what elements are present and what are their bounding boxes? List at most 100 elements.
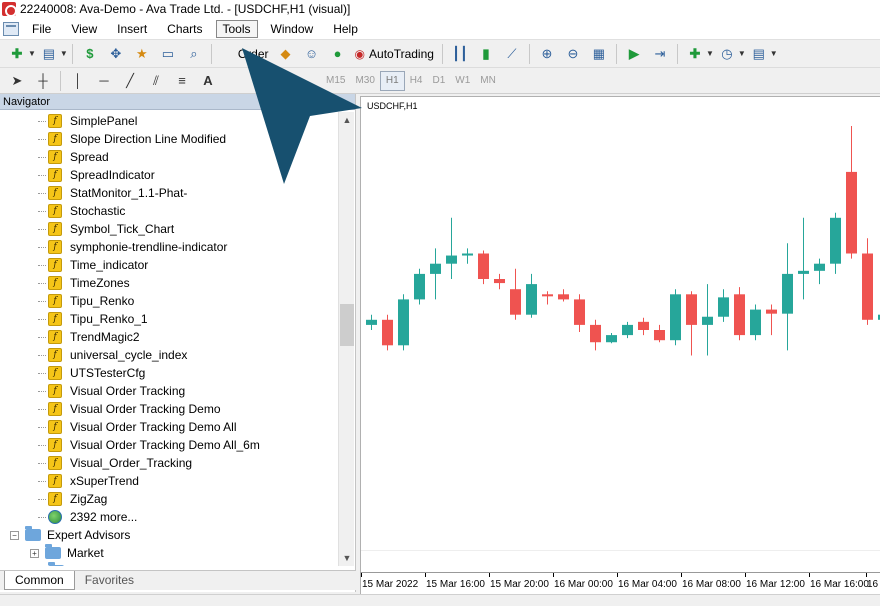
indicators-icon[interactable]: ✚ <box>684 43 706 65</box>
strategy-tester-icon[interactable]: ⌕ <box>183 43 205 65</box>
candle-body <box>686 294 697 325</box>
menu-bar: File View Insert Charts Tools Window Hel… <box>0 18 880 40</box>
chevron-down-icon[interactable]: ▼ <box>28 49 36 58</box>
cursor-icon[interactable]: ➤ <box>6 70 28 92</box>
nav-indicator-item[interactable]: f ZigZag <box>0 490 338 508</box>
menu-window[interactable]: Window <box>264 20 321 38</box>
chevron-down-icon[interactable]: ▼ <box>770 49 778 58</box>
crosshair-icon[interactable]: ┼ <box>32 70 54 92</box>
timeframe-w1[interactable]: W1 <box>450 71 475 91</box>
nav-indicator-item[interactable]: f Stochastic <box>0 202 338 220</box>
candle-body <box>702 316 713 325</box>
scrollbar-thumb[interactable] <box>340 304 354 346</box>
candlestick-chart[interactable] <box>361 97 880 551</box>
nav-indicator-item[interactable]: f TimeZones <box>0 274 338 292</box>
terminal-icon[interactable]: ▭ <box>157 43 179 65</box>
tree-connector <box>38 427 46 428</box>
nav-indicator-item[interactable]: f TrendMagic2 <box>0 328 338 346</box>
indicator-icon: f <box>48 312 62 326</box>
nav-indicator-item[interactable]: f Tipu_Renko <box>0 292 338 310</box>
periods-clock-icon[interactable]: ◷ <box>716 43 738 65</box>
menu-tools[interactable]: Tools <box>215 19 258 38</box>
nav-market-folder[interactable]: + Market <box>0 544 338 562</box>
menu-help[interactable]: Help <box>326 20 365 38</box>
templates-icon[interactable]: ▤ <box>748 43 770 65</box>
nav-item-label: Visual Order Tracking Demo All <box>70 420 237 434</box>
tree-connector <box>38 337 46 338</box>
timeframe-mn[interactable]: MN <box>475 71 501 91</box>
chart-window[interactable]: USDCHF,H1 <box>360 96 880 572</box>
time-tick <box>809 573 810 577</box>
menu-insert[interactable]: Insert <box>110 20 154 38</box>
time-tick <box>866 573 867 577</box>
data-window-icon[interactable]: ✥ <box>105 43 127 65</box>
line-chart-icon[interactable]: ⟋ <box>501 43 523 65</box>
vertical-line-icon[interactable]: │ <box>67 70 89 92</box>
text-tool-icon[interactable]: A <box>197 70 219 92</box>
indicator-icon: f <box>48 348 62 362</box>
tab-favorites[interactable]: Favorites <box>75 571 144 590</box>
nav-indicator-item[interactable]: f xSuperTrend <box>0 472 338 490</box>
divider <box>71 43 73 64</box>
profiles-icon[interactable]: ▤ <box>38 43 60 65</box>
nav-indicator-item[interactable]: f Visual Order Tracking Demo All_6m <box>0 436 338 454</box>
nav-indicator-item[interactable]: f Visual Order Tracking Demo All <box>0 418 338 436</box>
nav-indicator-item[interactable]: f Time_indicator <box>0 256 338 274</box>
timeframe-h1[interactable]: H1 <box>379 70 405 91</box>
tree-connector <box>38 121 46 122</box>
candle-body <box>606 335 617 343</box>
nav-expert-item[interactable]: 2011_06_Ichimoku EA v1.3 <box>0 562 338 566</box>
divider <box>615 43 617 64</box>
nav-indicator-item[interactable]: f Symbol_Tick_Chart <box>0 220 338 238</box>
bar-chart-icon[interactable]: ┃┃ <box>449 43 471 65</box>
nav-indicator-item[interactable]: f Visual_Order_Tracking <box>0 454 338 472</box>
scroll-down-icon[interactable]: ▼ <box>339 550 355 566</box>
auto-scroll-icon[interactable]: ▶ <box>623 43 645 65</box>
zoom-out-icon[interactable]: ⊖ <box>562 43 584 65</box>
trendline-icon[interactable]: ╱ <box>119 70 141 92</box>
document-icon[interactable] <box>3 21 19 36</box>
indicator-icon: f <box>48 186 62 200</box>
candle-body <box>798 270 809 274</box>
chart-bottom-border <box>361 550 880 551</box>
candle-body <box>814 263 825 271</box>
horizontal-line-icon[interactable]: ─ <box>93 70 115 92</box>
nav-indicator-item[interactable]: f UTSTesterCfg <box>0 364 338 382</box>
chevron-down-icon[interactable]: ▼ <box>738 49 746 58</box>
tab-common[interactable]: Common <box>4 571 75 590</box>
nav-indicator-item[interactable]: f Visual Order Tracking Demo <box>0 400 338 418</box>
fibonacci-icon[interactable]: ≡ <box>171 70 193 92</box>
chevron-down-icon[interactable]: ▼ <box>706 49 714 58</box>
nav-indicator-item[interactable]: f Tipu_Renko_1 <box>0 310 338 328</box>
chevron-down-icon[interactable]: ▼ <box>60 49 68 58</box>
timeframe-d1[interactable]: D1 <box>428 71 451 91</box>
time-tick-label: 16 Mar 08:00 <box>682 579 741 590</box>
navigator-icon[interactable]: ★ <box>131 43 153 65</box>
timeframe-h4[interactable]: H4 <box>405 71 428 91</box>
time-tick <box>361 573 362 577</box>
indicator-icon: f <box>48 330 62 344</box>
collapse-icon[interactable]: − <box>10 530 19 540</box>
nav-item-label: universal_cycle_index <box>70 348 188 362</box>
time-tick <box>425 573 426 577</box>
tile-windows-icon[interactable]: ▦ <box>588 43 610 65</box>
nav-item-label: Tipu_Renko_1 <box>70 312 148 326</box>
candlestick-chart-icon[interactable]: ▮ <box>475 43 497 65</box>
expand-icon[interactable]: + <box>30 548 39 558</box>
menu-file[interactable]: File <box>25 20 58 38</box>
nav-indicator-item[interactable]: f Visual Order Tracking <box>0 382 338 400</box>
tree-connector <box>38 499 46 500</box>
nav-indicator-item[interactable]: f symphonie-trendline-indicator <box>0 238 338 256</box>
tree-connector <box>38 229 46 230</box>
zoom-in-icon[interactable]: ⊕ <box>536 43 558 65</box>
app-logo-icon <box>2 2 17 17</box>
market-watch-icon[interactable]: $ <box>79 43 101 65</box>
equidistant-channel-icon[interactable]: ⫽ <box>145 70 167 92</box>
nav-expert-advisors-folder[interactable]: − Expert Advisors <box>0 526 338 544</box>
new-chart-icon[interactable]: ✚ <box>6 43 28 65</box>
nav-indicator-item[interactable]: f universal_cycle_index <box>0 346 338 364</box>
menu-charts[interactable]: Charts <box>160 20 209 38</box>
menu-view[interactable]: View <box>64 20 104 38</box>
nav-more-item[interactable]: 2392 more... <box>0 508 338 526</box>
chart-shift-icon[interactable]: ⇥ <box>649 43 671 65</box>
